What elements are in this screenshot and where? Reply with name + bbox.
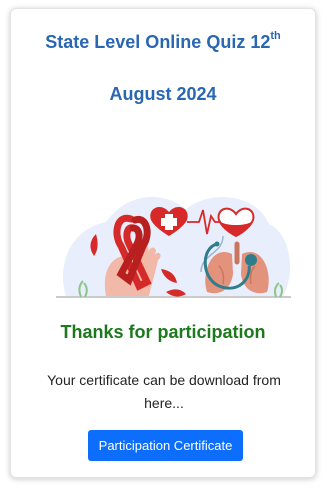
certificate-message: Your certificate can be download from he… <box>47 372 281 411</box>
thanks-heading: Thanks for participation <box>60 322 266 342</box>
quiz-title-line2: August 2024 <box>109 84 217 104</box>
health-illustration <box>56 196 291 298</box>
quiz-title-line1: State Level Online Quiz 12th <box>11 30 315 53</box>
quiz-result-card: State Level Online Quiz 12th August 2024 <box>10 8 316 478</box>
participation-certificate-button[interactable]: Participation Certificate <box>88 430 243 461</box>
quiz-title-text: State Level Online Quiz 12 <box>45 32 271 52</box>
quiz-title-ordinal: th <box>270 30 281 42</box>
